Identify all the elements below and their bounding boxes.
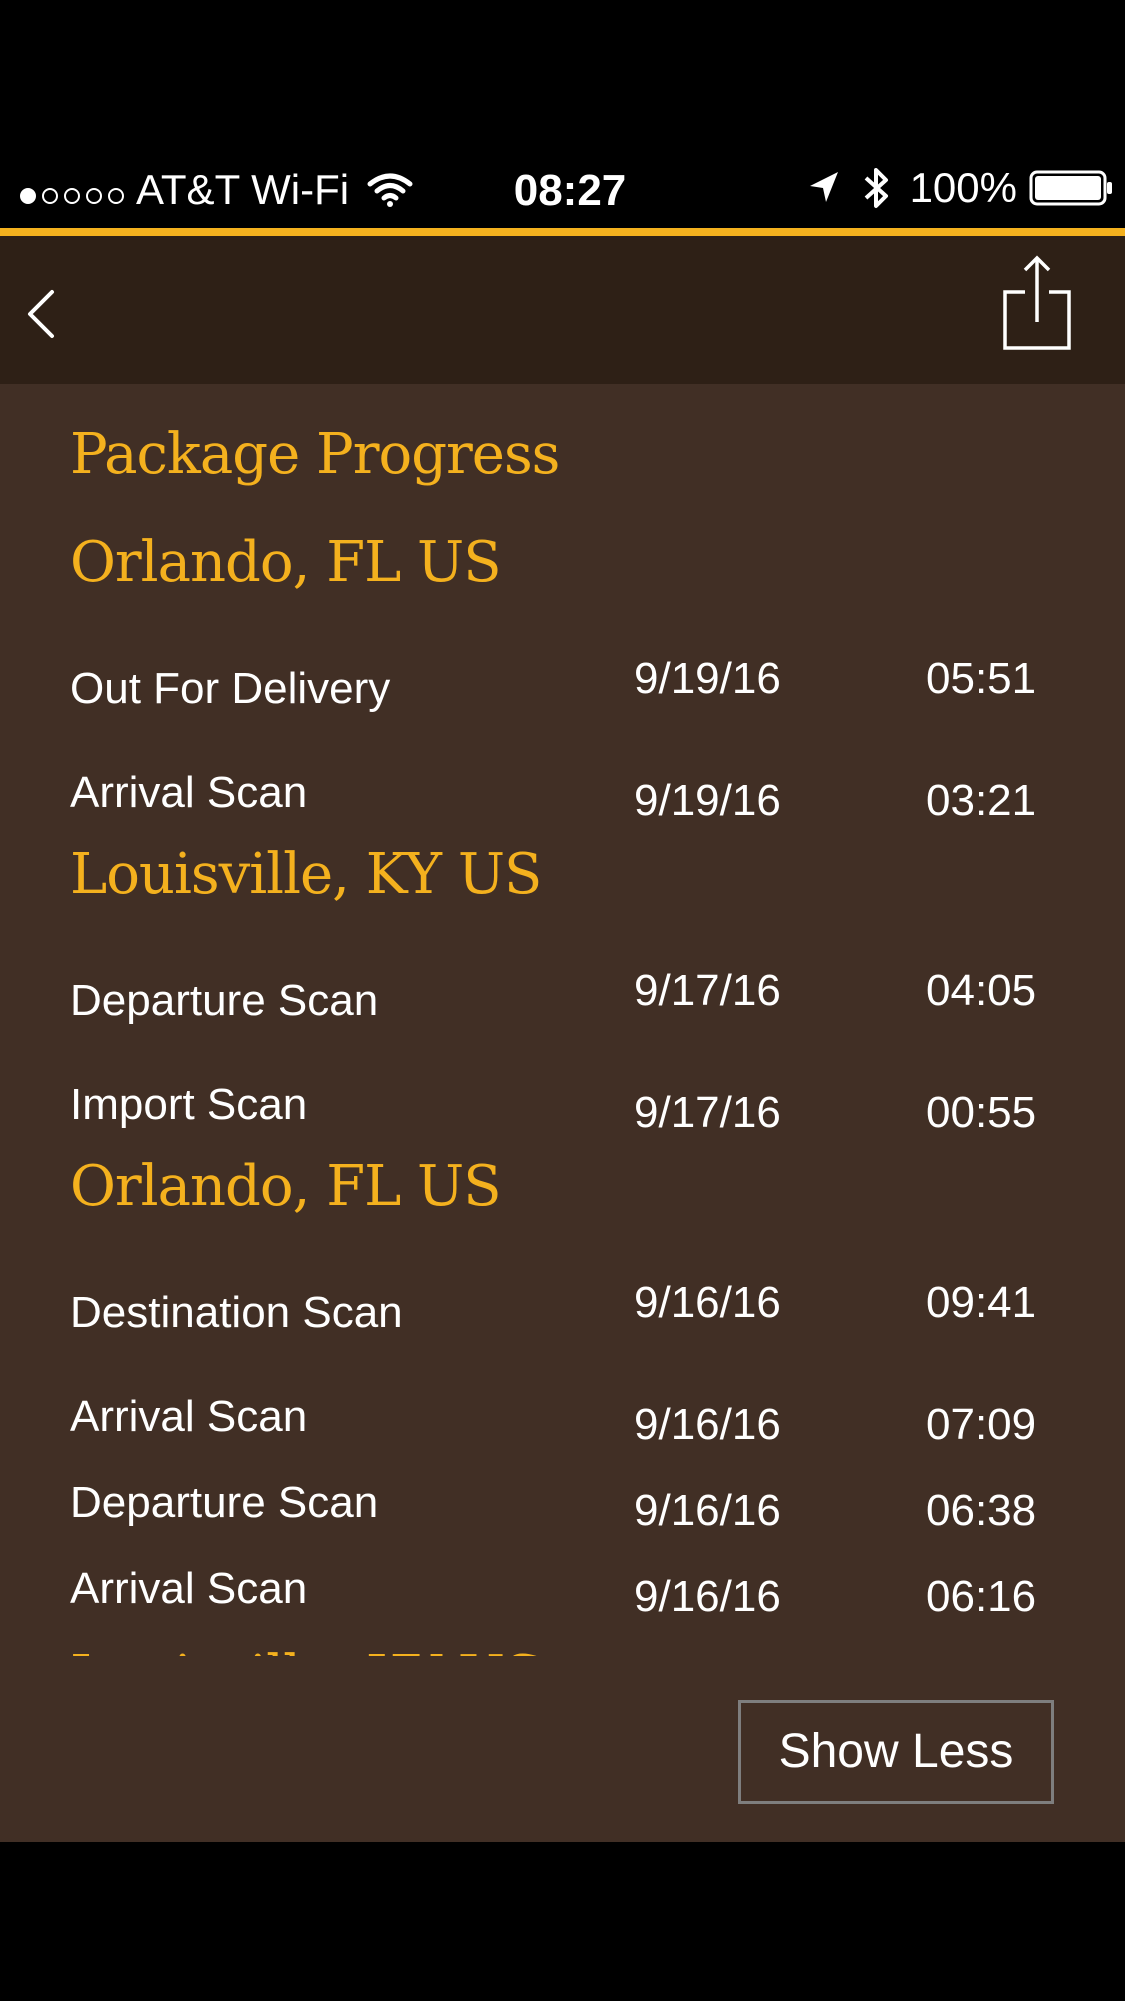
event-row: Departure Scan 9/16/16 06:38 — [0, 1468, 1125, 1535]
location-heading: Louisville, KY US — [70, 1644, 542, 1656]
event-date: 9/17/16 — [634, 966, 781, 1015]
event-time: 05:51 — [926, 654, 1037, 703]
event-date: 9/19/16 — [634, 776, 781, 825]
event-date: 9/16/16 — [634, 1278, 781, 1327]
location-heading: Orlando, FL US — [70, 1154, 502, 1219]
event-time: 07:09 — [926, 1400, 1037, 1449]
event-row: Departure Scan 9/17/16 04:05 — [0, 966, 1125, 1026]
event-date: 9/16/16 — [634, 1400, 781, 1449]
event-date: 9/19/16 — [634, 654, 781, 703]
event-row: Import Scan 9/17/16 00:55 — [0, 1070, 1125, 1137]
bluetooth-icon — [864, 168, 888, 208]
chevron-left-icon — [28, 290, 54, 338]
page-title: Package Progress — [70, 422, 560, 487]
event-row: Destination Scan 9/16/16 09:41 — [0, 1278, 1125, 1338]
event-description: Departure Scan — [70, 1478, 379, 1527]
share-icon — [1003, 255, 1071, 350]
event-description: Departure Scan — [70, 976, 379, 1025]
event-description: Import Scan — [70, 1080, 308, 1129]
event-date: 9/16/16 — [634, 1572, 781, 1621]
battery-icon — [1029, 170, 1112, 206]
location-heading: Louisville, KY US — [70, 842, 542, 907]
event-time: 06:16 — [926, 1572, 1037, 1621]
share-button[interactable] — [1001, 254, 1073, 358]
event-date: 9/16/16 — [634, 1486, 781, 1535]
progress-list[interactable]: Package Progress Orlando, FL US Out For D… — [0, 384, 1125, 1656]
event-time: 04:05 — [926, 966, 1037, 1015]
event-time: 06:38 — [926, 1486, 1037, 1535]
event-date: 9/17/16 — [634, 1088, 781, 1137]
event-description: Out For Delivery — [70, 664, 391, 713]
accent-line — [0, 228, 1125, 236]
event-description: Arrival Scan — [70, 1392, 308, 1441]
location-arrow-icon — [809, 172, 838, 202]
event-description: Arrival Scan — [70, 768, 308, 817]
location-heading: Orlando, FL US — [70, 530, 502, 595]
status-bar-right: 100% — [806, 164, 1113, 212]
event-time: 09:41 — [926, 1278, 1037, 1327]
package-progress-panel: Package Progress Orlando, FL US Out For D… — [0, 384, 1125, 1842]
event-row: Arrival Scan 9/16/16 07:09 — [0, 1382, 1125, 1449]
event-description: Arrival Scan — [70, 1564, 308, 1613]
event-row: Out For Delivery 9/19/16 05:51 — [0, 654, 1125, 714]
event-time: 03:21 — [926, 776, 1037, 825]
event-time: 00:55 — [926, 1088, 1037, 1137]
show-less-button[interactable]: Show Less — [738, 1700, 1054, 1804]
status-bar: AT&T Wi-Fi 08:27 100% — [0, 150, 1125, 230]
back-button[interactable] — [18, 284, 68, 344]
event-description: Destination Scan — [70, 1288, 403, 1337]
event-row: Arrival Scan 9/19/16 03:21 — [0, 758, 1125, 825]
battery-percent: 100% — [909, 164, 1017, 211]
nav-bar — [0, 236, 1125, 384]
event-row: Arrival Scan 9/16/16 06:16 — [0, 1554, 1125, 1621]
